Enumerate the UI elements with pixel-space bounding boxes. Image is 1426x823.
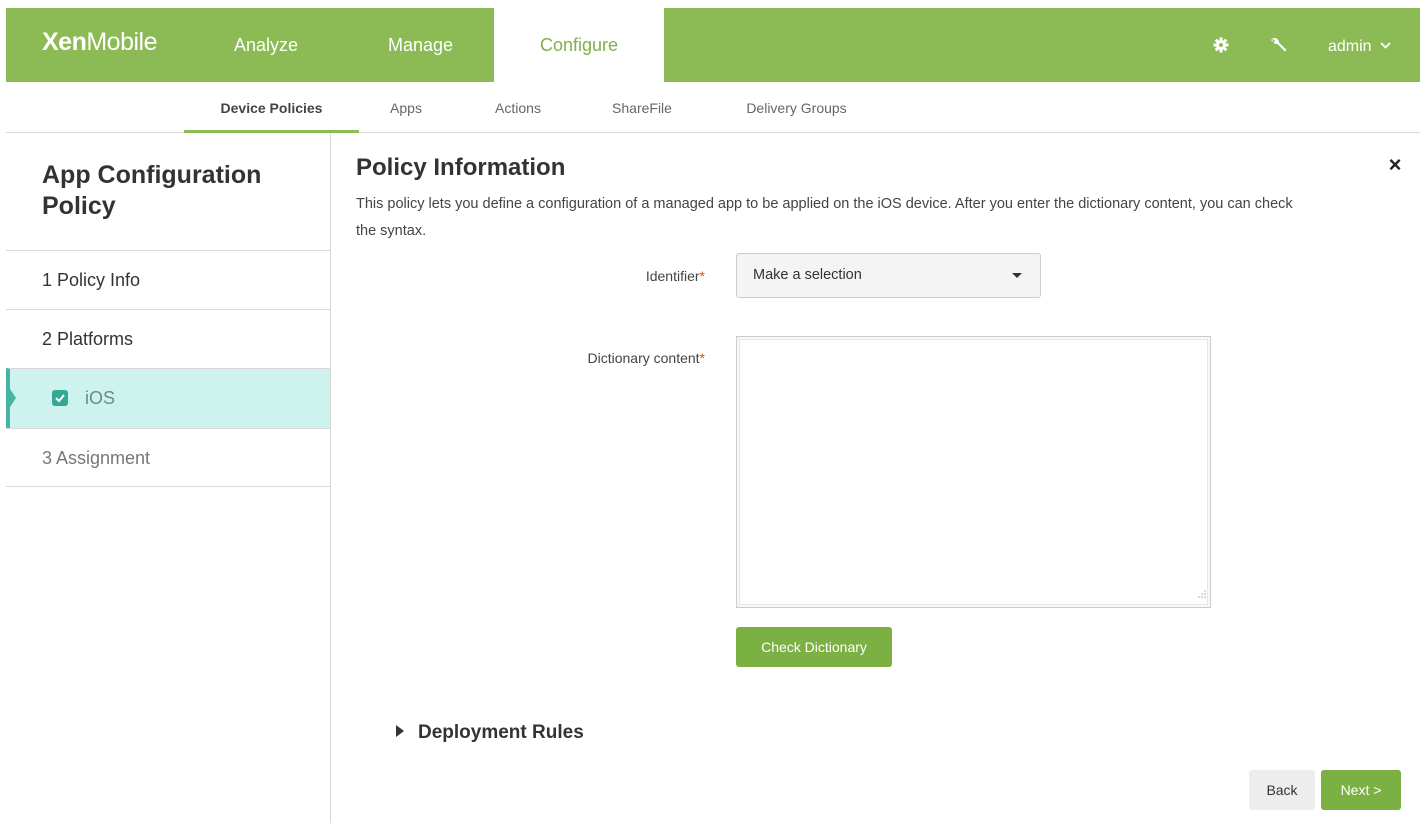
resize-grip-icon[interactable]: [1198, 585, 1206, 603]
close-icon[interactable]: ×: [1385, 154, 1405, 176]
tab-apps[interactable]: Apps: [386, 82, 426, 133]
sidebar-title: App Configuration Policy: [42, 161, 262, 220]
back-button[interactable]: Back: [1249, 770, 1315, 810]
step-platform-ios[interactable]: iOS: [6, 368, 330, 428]
chevron-down-icon: [1379, 8, 1391, 82]
wrench-icon[interactable]: [1268, 8, 1290, 82]
policy-description: This policy lets you define a configurat…: [356, 196, 1293, 239]
selected-indicator: [10, 389, 16, 407]
identifier-selected-value: Make a selection: [753, 267, 862, 283]
dictionary-content-textarea[interactable]: [736, 336, 1211, 608]
user-menu[interactable]: admin: [1328, 8, 1391, 82]
required-marker: *: [699, 268, 705, 284]
ios-label: iOS: [85, 388, 116, 408]
required-marker: *: [699, 350, 705, 366]
top-navigation-bar: XenMobile Analyze Manage Configure admin: [6, 8, 1420, 82]
sub-navigation: Device Policies Apps Actions ShareFile D…: [6, 82, 1420, 133]
identifier-select[interactable]: Make a selection: [736, 253, 1041, 298]
nav-analyze[interactable]: Analyze: [234, 8, 298, 82]
tab-sharefile[interactable]: ShareFile: [602, 82, 682, 133]
page-title: Policy Information: [356, 154, 566, 181]
step-policy-info[interactable]: 1 Policy Info: [6, 250, 330, 309]
tab-delivery-groups[interactable]: Delivery Groups: [734, 82, 859, 133]
xenmobile-logo[interactable]: XenMobile: [42, 28, 158, 57]
identifier-label: Identifier*: [645, 268, 705, 284]
tab-device-policies[interactable]: Device Policies: [184, 82, 359, 133]
deployment-rules-toggle[interactable]: Deployment Rules: [396, 722, 584, 744]
caret-right-icon: [396, 725, 404, 737]
next-button[interactable]: Next >: [1321, 770, 1401, 810]
checkbox-checked-icon[interactable]: [52, 390, 68, 406]
step-assignment[interactable]: 3 Assignment: [6, 428, 330, 487]
dictionary-content-input[interactable]: [739, 339, 1208, 605]
gear-icon[interactable]: [1210, 8, 1232, 82]
caret-down-icon: [1012, 273, 1022, 278]
check-dictionary-button[interactable]: Check Dictionary: [736, 627, 892, 667]
wizard-sidebar: App Configuration Policy 1 Policy Info 2…: [6, 133, 331, 823]
deployment-rules-label: Deployment Rules: [418, 722, 584, 743]
nav-configure[interactable]: Configure: [494, 8, 664, 82]
nav-manage[interactable]: Manage: [388, 8, 453, 82]
dictionary-content-label: Dictionary content*: [587, 350, 705, 366]
user-name: admin: [1328, 38, 1372, 55]
step-platforms[interactable]: 2 Platforms: [6, 309, 330, 368]
tab-actions[interactable]: Actions: [488, 82, 548, 133]
